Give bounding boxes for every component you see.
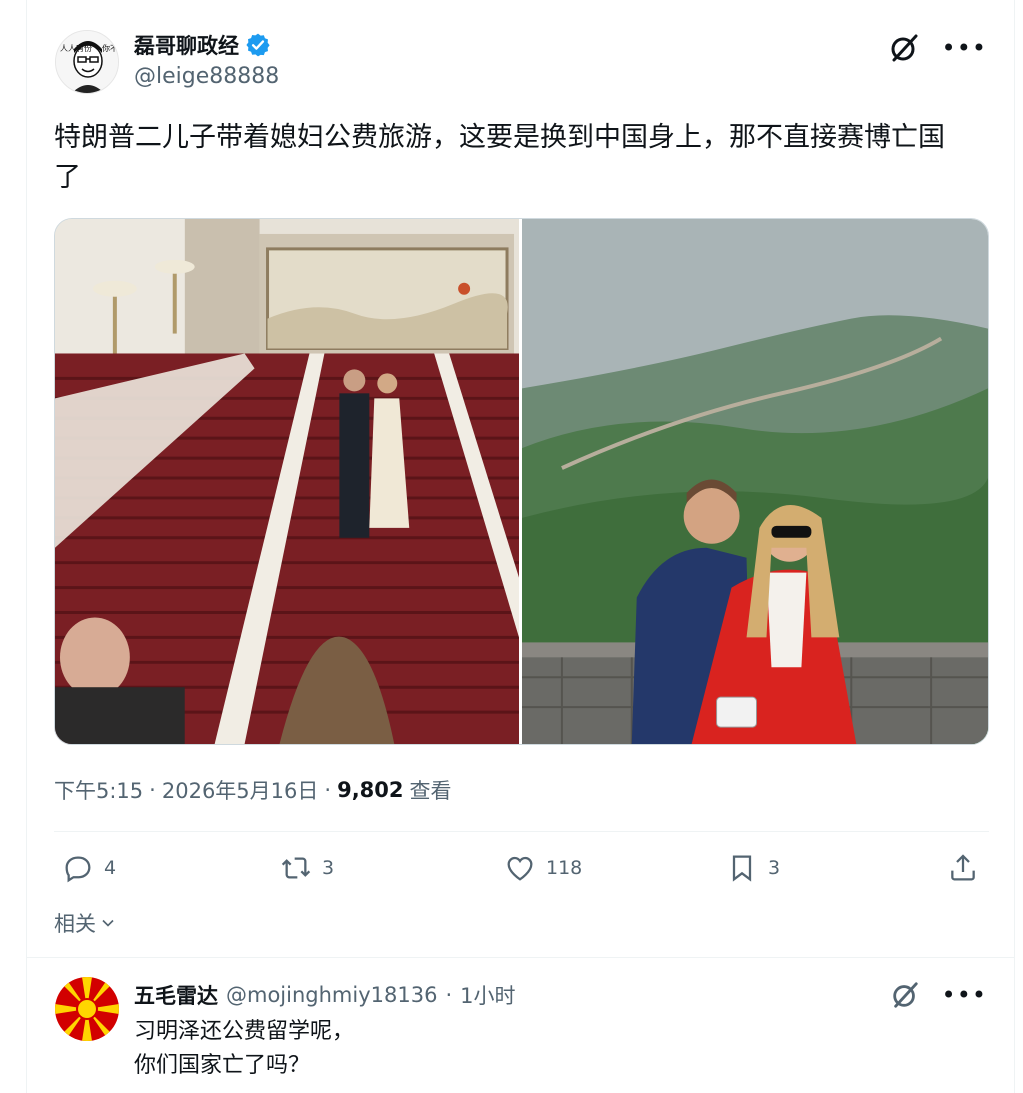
related-toggle[interactable]: 相关 (54, 908, 118, 938)
grok-icon[interactable] (890, 980, 920, 1010)
tweet-text-line-1: 特朗普二儿子带着媳妇公费旅游，这要是换到中国身上，那不直接赛博亡国 (54, 122, 945, 153)
heart-icon (507, 856, 533, 881)
meta-separator: · (445, 983, 453, 1007)
bookmark-icon (732, 855, 752, 882)
meta-separator: · (149, 778, 156, 802)
reply-header: 五毛雷达 @mojinghmiy18136 · 1小时 (134, 980, 516, 1010)
reply-button[interactable]: 4 (62, 852, 116, 884)
reply-text: 习明泽还公费留学呢， 你们国家亡了吗？ (134, 1015, 354, 1083)
reply-display-name[interactable]: 五毛雷达 (134, 980, 218, 1010)
reply-count: 4 (104, 857, 117, 879)
retweet-count: 3 (322, 857, 335, 879)
chevron-down-icon (102, 919, 114, 927)
author-name-line: 磊哥聊政经 (134, 30, 271, 60)
bookmark-button[interactable]: 3 (726, 852, 780, 884)
reply-text-line-2: 你们国家亡了吗？ (134, 1053, 311, 1078)
tweet-time[interactable]: 下午5:15 (54, 775, 143, 805)
author-avatar[interactable]: 人人有份 你不平等 (55, 30, 119, 94)
avatar-text-left: 人人有份 (60, 43, 92, 53)
author-handle[interactable]: @leige88888 (134, 64, 279, 89)
like-button[interactable]: 118 (504, 852, 582, 884)
tweet-top-actions: ••• (888, 32, 987, 64)
share-icon (951, 854, 975, 881)
column-border-left (26, 0, 27, 1093)
tweet-date[interactable]: 2026年5月16日 (162, 775, 319, 805)
like-count: 118 (546, 857, 583, 879)
share-button[interactable] (947, 852, 979, 884)
divider (54, 831, 989, 832)
retweet-button[interactable]: 3 (280, 852, 334, 884)
tweet-media (54, 218, 989, 745)
photo-great-wall[interactable] (522, 219, 988, 744)
reply-text-line-1: 习明泽还公费留学呢， (134, 1019, 355, 1044)
reply-handle[interactable]: @mojinghmiy18136 (226, 983, 437, 1007)
bookmark-count: 3 (768, 857, 781, 879)
reply-author-avatar[interactable] (55, 977, 119, 1041)
more-icon[interactable]: ••• (942, 36, 987, 60)
more-icon[interactable]: ••• (942, 983, 987, 1007)
avatar-caricature-icon: 人人有份 你不平等 (56, 31, 119, 93)
reply-icon (65, 856, 91, 883)
author-display-name[interactable]: 磊哥聊政经 (134, 30, 239, 60)
meta-separator: · (324, 778, 332, 802)
tweet-text: 特朗普二儿子带着媳妇公费旅游，这要是换到中国身上，那不直接赛博亡国 了 (54, 118, 994, 198)
reply-top-actions: ••• (890, 980, 987, 1010)
verified-badge-icon (246, 33, 270, 57)
related-label: 相关 (54, 912, 96, 936)
grok-icon[interactable] (888, 32, 920, 64)
tweet-text-line-2: 了 (54, 162, 81, 193)
photo-hall-staircase[interactable] (55, 219, 519, 744)
sun-flag-avatar-icon (55, 977, 119, 1041)
retweet-icon (281, 857, 311, 879)
tweet-actions: 4 3 118 3 (54, 852, 989, 892)
avatar-text-right: 你不平等 (102, 43, 119, 53)
views-count: 9,802 (337, 778, 404, 802)
column-border-right (1014, 0, 1015, 1093)
tweet-meta: 下午5:15 · 2026年5月16日 · 9,802 查看 (54, 775, 452, 805)
divider (27, 957, 1014, 958)
reply-time[interactable]: 1小时 (460, 980, 515, 1010)
views-label: 查看 (409, 779, 452, 803)
